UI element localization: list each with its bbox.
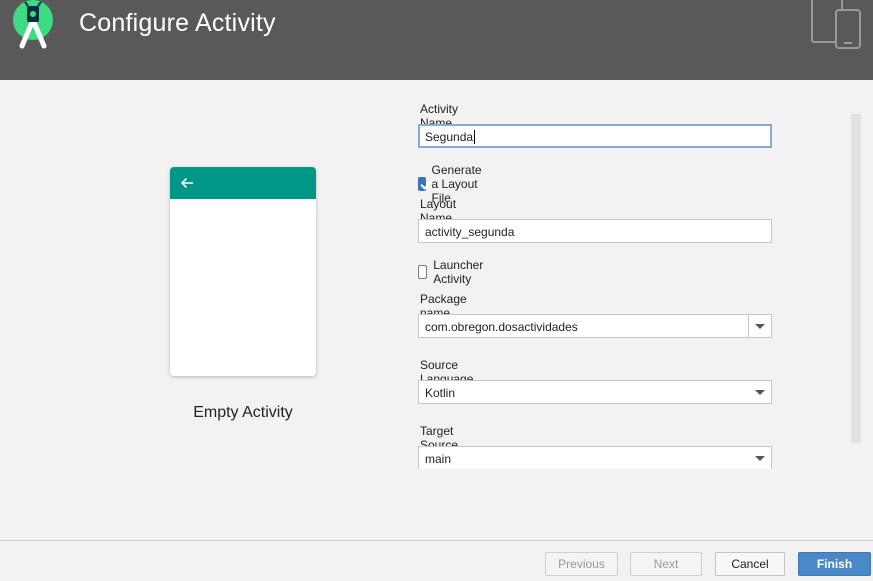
chevron-down-icon[interactable] [749,381,771,403]
footer-divider [0,540,873,541]
launcher-activity-checkbox[interactable] [418,265,428,279]
target-source-set-value: main [425,452,452,466]
source-language-select[interactable]: Kotlin [418,380,772,404]
dialog-header: Configure Activity [0,0,873,80]
layout-name-input[interactable]: activity_segunda [418,219,772,243]
activity-name-value: Segunda [425,130,474,144]
back-arrow-icon [180,177,193,189]
launcher-activity-checkbox-row[interactable]: Launcher Activity [418,258,488,286]
activity-name-input[interactable]: Segunda [418,124,772,148]
chevron-down-icon[interactable] [749,315,771,337]
chevron-down-icon[interactable] [749,447,771,469]
layout-name-value: activity_segunda [425,225,515,239]
package-name-value: com.obregon.dosactividades [425,320,578,334]
template-name: Empty Activity [193,404,293,421]
package-name-combobox[interactable]: com.obregon.dosactividades [418,314,772,338]
previous-button[interactable]: Previous [545,552,618,576]
source-language-value: Kotlin [425,386,456,400]
form-scrollbar[interactable] [851,114,861,443]
dialog-title: Configure Activity [79,9,276,37]
activity-preview [170,167,316,376]
launcher-activity-label: Launcher Activity [433,258,484,286]
generate-layout-checkbox[interactable] [418,177,426,191]
text-caret [474,130,476,144]
cancel-button[interactable]: Cancel [715,552,785,576]
target-source-set-select[interactable]: main [418,446,772,470]
next-button[interactable]: Next [630,552,702,576]
finish-button[interactable]: Finish [798,552,871,576]
scroll-clip [410,469,790,483]
preview-app-bar [170,167,316,199]
android-studio-icon [13,0,53,49]
devices-icon [811,0,861,49]
